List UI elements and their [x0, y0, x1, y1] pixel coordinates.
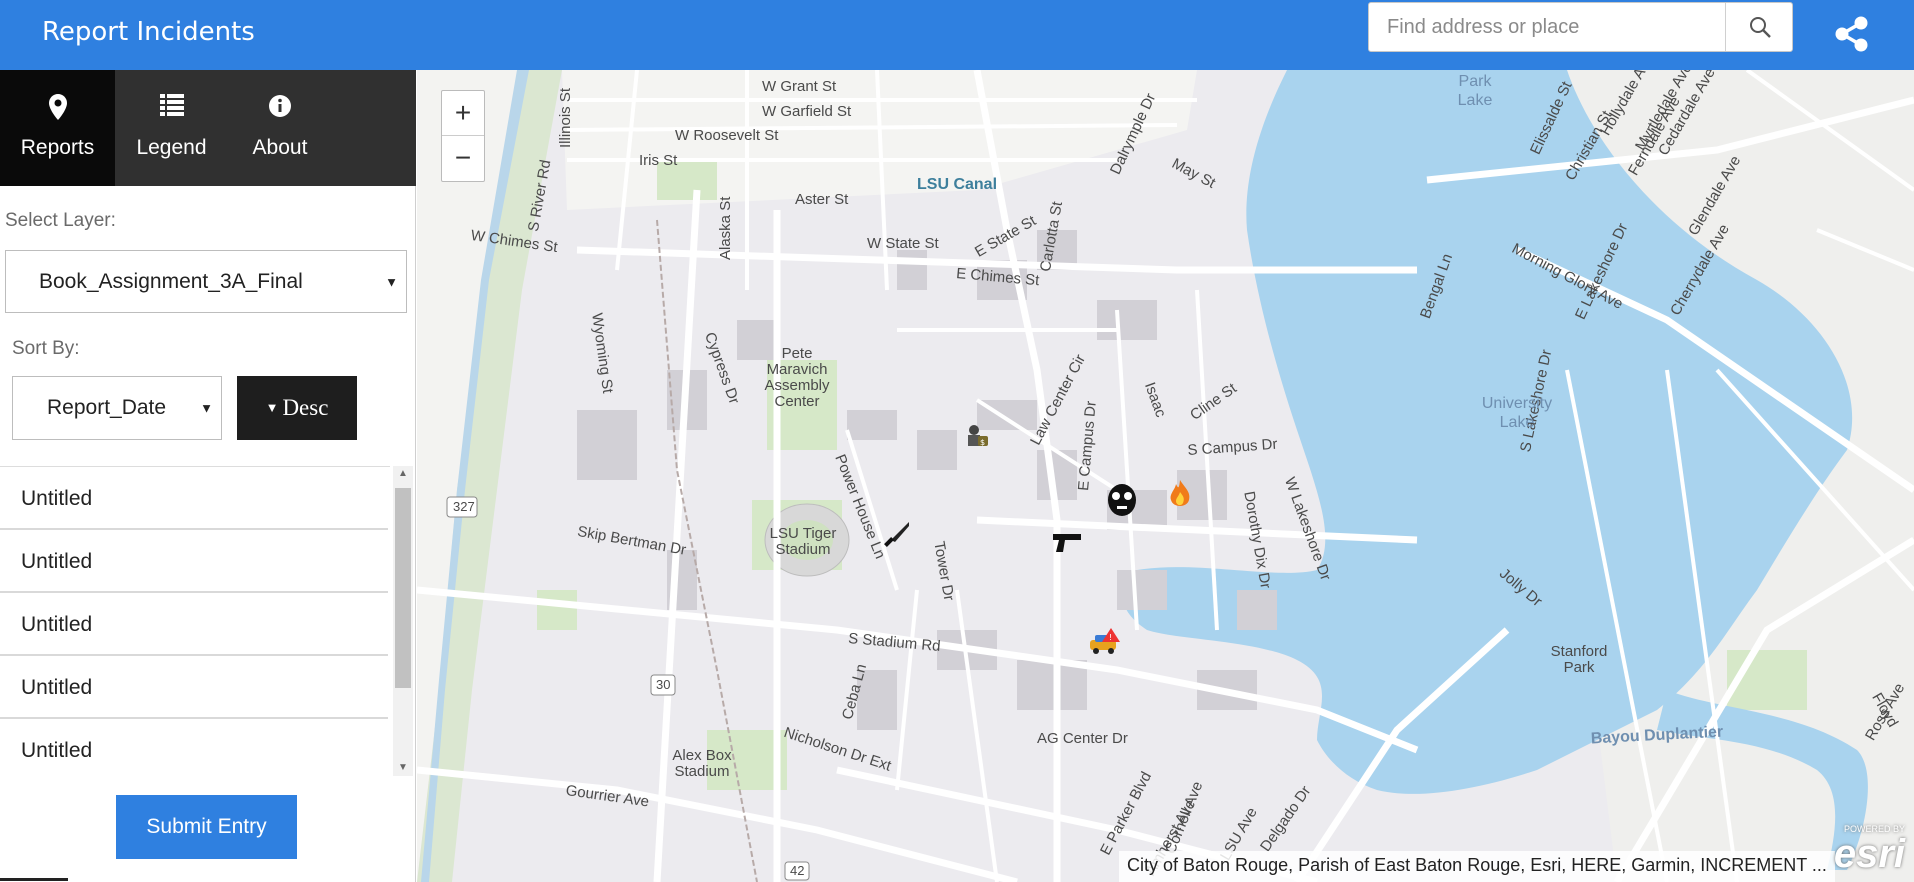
sort-order-label: Desc	[282, 395, 329, 420]
knife-icon	[884, 522, 909, 547]
scroll-down-arrow-icon[interactable]: ▼	[393, 760, 413, 776]
search-icon	[1749, 17, 1771, 38]
list-item-title: Untitled	[21, 613, 93, 636]
place-label: LSU Tiger Stadium	[769, 525, 837, 558]
list-item[interactable]: Untitled	[0, 467, 388, 530]
zoom-in-button[interactable]: +	[442, 91, 484, 136]
layer-select[interactable]: Book_Assignment_3A_Final ▼	[5, 250, 407, 313]
tab-legend-label: Legend	[136, 136, 207, 159]
place-label: Alex Box Stadium	[672, 747, 732, 780]
search-box	[1368, 2, 1793, 52]
list-item-title: Untitled	[21, 676, 93, 699]
mask-icon	[1108, 484, 1136, 516]
street-label: W Roosevelt St	[675, 127, 779, 144]
car-accident-icon: !	[1090, 628, 1120, 654]
tab-reports[interactable]: Reports	[0, 70, 115, 186]
list-icon	[159, 94, 184, 116]
street-label: AG Center Dr	[1037, 730, 1128, 747]
list-item[interactable]: Untitled	[0, 719, 388, 776]
gun-marker[interactable]	[1051, 530, 1083, 559]
caret-down-icon: ▼	[200, 400, 213, 416]
robbery-marker[interactable]: $	[962, 422, 992, 457]
sort-field-select[interactable]: Report_Date ▼	[12, 376, 222, 440]
zoom-out-button[interactable]: −	[442, 136, 484, 181]
shield-label: 327	[453, 499, 475, 514]
place-label: Pete Maravich Assembly Center	[764, 345, 830, 410]
list-item-title: Untitled	[21, 487, 93, 510]
tab-about-label: About	[252, 136, 308, 159]
select-layer-label: Select Layer:	[5, 210, 116, 231]
shield-label: 42	[790, 863, 805, 878]
submit-entry-button[interactable]: Submit Entry	[116, 795, 297, 859]
map-view[interactable]: 327 30 42 W Grant St W Garfield St W Roo…	[417, 70, 1914, 882]
street-label: Aster St	[795, 191, 849, 208]
sort-field-value: Report_Date	[47, 396, 167, 419]
svg-text:$: $	[980, 438, 985, 447]
info-icon	[269, 95, 291, 117]
street-label: W Grant St	[762, 78, 837, 95]
water-label: Park Lake	[1457, 73, 1493, 109]
fire-icon	[1170, 480, 1190, 506]
list-item[interactable]: Untitled	[0, 593, 388, 656]
place-label: Stanford Park	[1550, 643, 1608, 676]
street-label: Alaska St	[717, 196, 734, 260]
scroll-thumb[interactable]	[395, 488, 411, 688]
layer-select-value: Book_Assignment_3A_Final	[39, 269, 303, 293]
share-button[interactable]	[1832, 14, 1872, 54]
street-label: Illinois St	[557, 87, 574, 148]
list-item-title: Untitled	[21, 739, 93, 762]
street-label: W State St	[867, 235, 939, 252]
esri-wordmark: esri	[1833, 832, 1905, 876]
map-basemap	[417, 70, 1914, 882]
street-label: Iris St	[639, 152, 678, 169]
map-pin-icon	[48, 94, 67, 120]
scroll-up-arrow-icon[interactable]: ▲	[393, 466, 413, 482]
svg-text:!: !	[1109, 633, 1112, 642]
list-item-title: Untitled	[21, 550, 93, 573]
caret-down-icon: ▼	[385, 274, 398, 289]
sort-order-button[interactable]: ▼ Desc	[237, 376, 357, 440]
mask-marker[interactable]	[1106, 483, 1138, 522]
share-icon	[1835, 16, 1868, 52]
tab-about[interactable]: About	[228, 70, 332, 186]
shield-label: 30	[656, 677, 671, 692]
gun-icon	[1053, 534, 1081, 552]
app: Report Incidents Reports	[0, 0, 1914, 882]
sort-by-label: Sort By:	[12, 338, 80, 359]
car-accident-marker[interactable]: !	[1087, 626, 1121, 661]
tab-legend[interactable]: Legend	[115, 70, 228, 186]
list-item[interactable]: Untitled	[0, 530, 388, 593]
street-label: W Garfield St	[762, 103, 852, 120]
list-scrollbar[interactable]: ▲ ▼	[393, 466, 413, 776]
place-label: LSU Canal	[917, 176, 998, 193]
caret-down-icon: ▼	[265, 400, 279, 415]
search-input[interactable]	[1369, 3, 1724, 51]
report-list: Untitled Untitled Untitled Untitled Unti…	[0, 466, 390, 776]
map-attribution[interactable]: City of Baton Rouge, Parish of East Bato…	[1119, 851, 1835, 882]
search-button[interactable]	[1725, 3, 1793, 51]
list-item[interactable]: Untitled	[0, 656, 388, 719]
water-label: University Lake	[1481, 395, 1553, 431]
esri-logo[interactable]: POWERED BY esri	[1817, 822, 1909, 880]
app-header: Report Incidents	[0, 0, 1914, 70]
zoom-control: + −	[441, 90, 485, 182]
tab-reports-label: Reports	[20, 136, 95, 159]
robbery-icon: $	[968, 425, 988, 447]
sidebar: Reports Legend About Select Layer: Book_…	[0, 70, 416, 882]
app-title: Report Incidents	[42, 17, 255, 47]
tab-bar: Reports Legend About	[0, 70, 416, 186]
bottom-strip	[0, 876, 416, 882]
fire-marker[interactable]	[1167, 478, 1193, 515]
knife-marker[interactable]	[881, 520, 911, 555]
